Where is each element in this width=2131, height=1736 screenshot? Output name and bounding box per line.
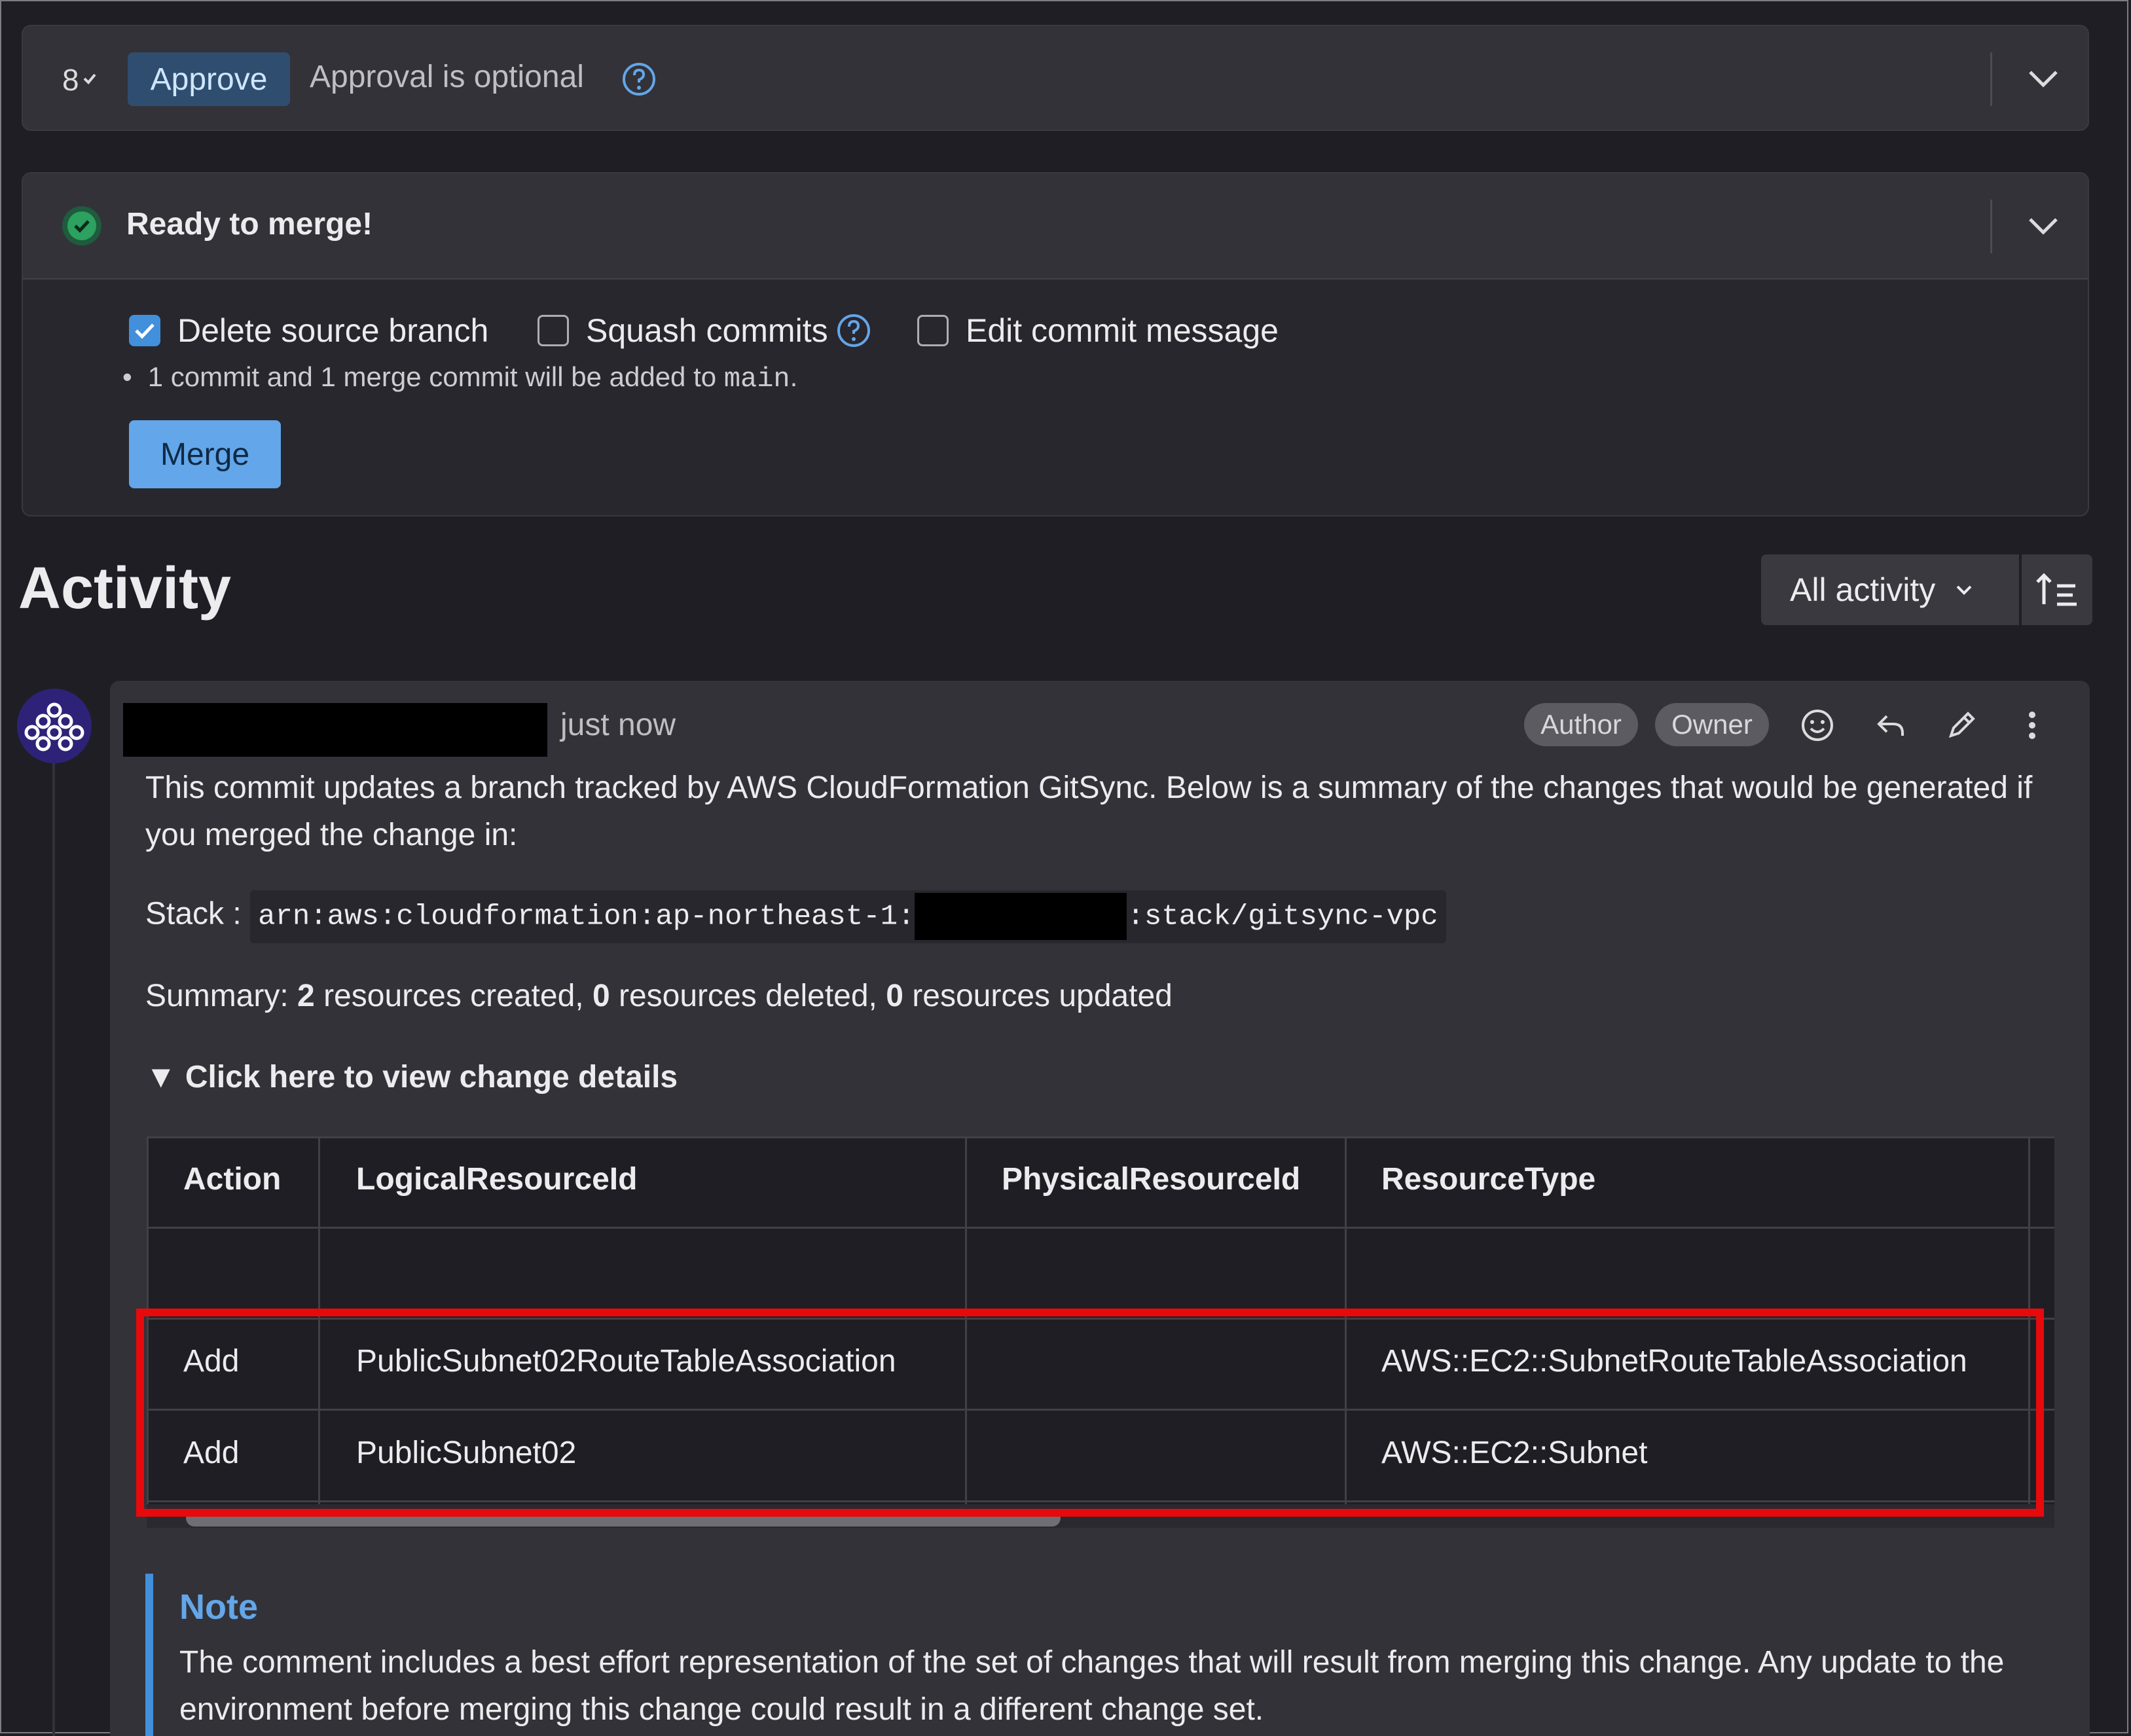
- merge-button[interactable]: Merge: [129, 420, 281, 488]
- sort-order-button[interactable]: [2022, 554, 2092, 625]
- help-icon[interactable]: [621, 62, 657, 97]
- divider: [1990, 52, 1992, 106]
- stack-line: Stack : arn:aws:cloudformation:ap-northe…: [145, 890, 1446, 943]
- svg-text:8: 8: [62, 63, 79, 97]
- highlight-box: [136, 1309, 2044, 1517]
- edit-commit-message-option[interactable]: Edit commit message: [917, 304, 1279, 357]
- approval-panel: 8 Approve Approval is optional: [22, 25, 2089, 131]
- change-details-toggle[interactable]: ▼ Click here to view change details: [145, 1059, 678, 1095]
- table-border: [147, 1136, 2054, 1138]
- author-badge: Author: [1524, 703, 1638, 746]
- stack-arn: arn:aws:cloudformation:ap-northeast-1::s…: [250, 890, 1446, 943]
- comment-card: just now Author Owner This commit update…: [110, 681, 2090, 1736]
- delete-source-branch-option[interactable]: Delete source branch: [129, 304, 488, 357]
- avatar-pattern-icon: [24, 702, 84, 751]
- option-label: Edit commit message: [966, 312, 1279, 349]
- table-border: [147, 1227, 2054, 1229]
- note-callout: Note The comment includes a best effort …: [145, 1574, 2064, 1736]
- note-body: The comment includes a best effort repre…: [179, 1645, 2005, 1727]
- chevron-down-icon: [1956, 585, 1972, 595]
- approval-rules-icon[interactable]: 8: [62, 59, 108, 98]
- option-label: Squash commits: [586, 312, 828, 349]
- activity-title: Activity: [18, 556, 232, 621]
- change-summary: Summary: 2 resources created, 0 resource…: [145, 979, 1173, 1013]
- merge-panel: Ready to merge! Delete source branch Squ…: [22, 172, 2089, 516]
- approval-status-text: Approval is optional: [310, 60, 584, 94]
- column-header: PhysicalResourceId: [1002, 1162, 1301, 1197]
- target-branch: main: [723, 363, 790, 395]
- stack-label: Stack :: [145, 896, 242, 931]
- activity-filter-dropdown[interactable]: All activity: [1761, 554, 2019, 625]
- avatar[interactable]: [17, 689, 92, 763]
- squash-commits-option[interactable]: Squash commits: [537, 304, 871, 357]
- comment-timestamp[interactable]: just now: [560, 707, 676, 743]
- commit-note: • 1 commit and 1 merge commit will be add…: [122, 361, 798, 395]
- approve-button[interactable]: Approve: [128, 52, 290, 106]
- add-reaction-icon[interactable]: [1799, 707, 1836, 744]
- option-label: Delete source branch: [177, 312, 489, 349]
- more-actions-icon[interactable]: [2014, 707, 2050, 744]
- comment-intro: This commit updates a branch tracked by …: [145, 770, 2033, 852]
- sort-icon: [2036, 573, 2077, 606]
- chevron-down-icon[interactable]: [2024, 209, 2063, 242]
- owner-badge: Owner: [1655, 703, 1769, 746]
- redacted-account-id: [915, 893, 1127, 940]
- edit-pencil-icon[interactable]: [1943, 707, 1980, 744]
- merge-status-title: Ready to merge!: [126, 207, 373, 242]
- column-header: Action: [183, 1162, 282, 1197]
- column-header: ResourceType: [1381, 1162, 1596, 1197]
- timeline-line: [52, 763, 55, 1736]
- reply-icon[interactable]: [1872, 707, 1909, 744]
- filter-label: All activity: [1790, 571, 1936, 608]
- checkbox-checked[interactable]: [129, 315, 160, 346]
- check-icon: [135, 323, 155, 339]
- column-header: LogicalResourceId: [356, 1162, 638, 1197]
- chevron-down-icon[interactable]: [2024, 62, 2063, 95]
- help-icon[interactable]: [836, 313, 871, 348]
- checkbox-unchecked[interactable]: [917, 315, 949, 346]
- divider: [1990, 200, 1992, 253]
- merge-header: Ready to merge!: [23, 173, 2088, 280]
- success-status-icon: [62, 206, 101, 245]
- checkbox-unchecked[interactable]: [537, 315, 569, 346]
- bullet: •: [122, 361, 132, 392]
- note-title: Note: [179, 1587, 258, 1627]
- redacted-author-name: [123, 703, 547, 757]
